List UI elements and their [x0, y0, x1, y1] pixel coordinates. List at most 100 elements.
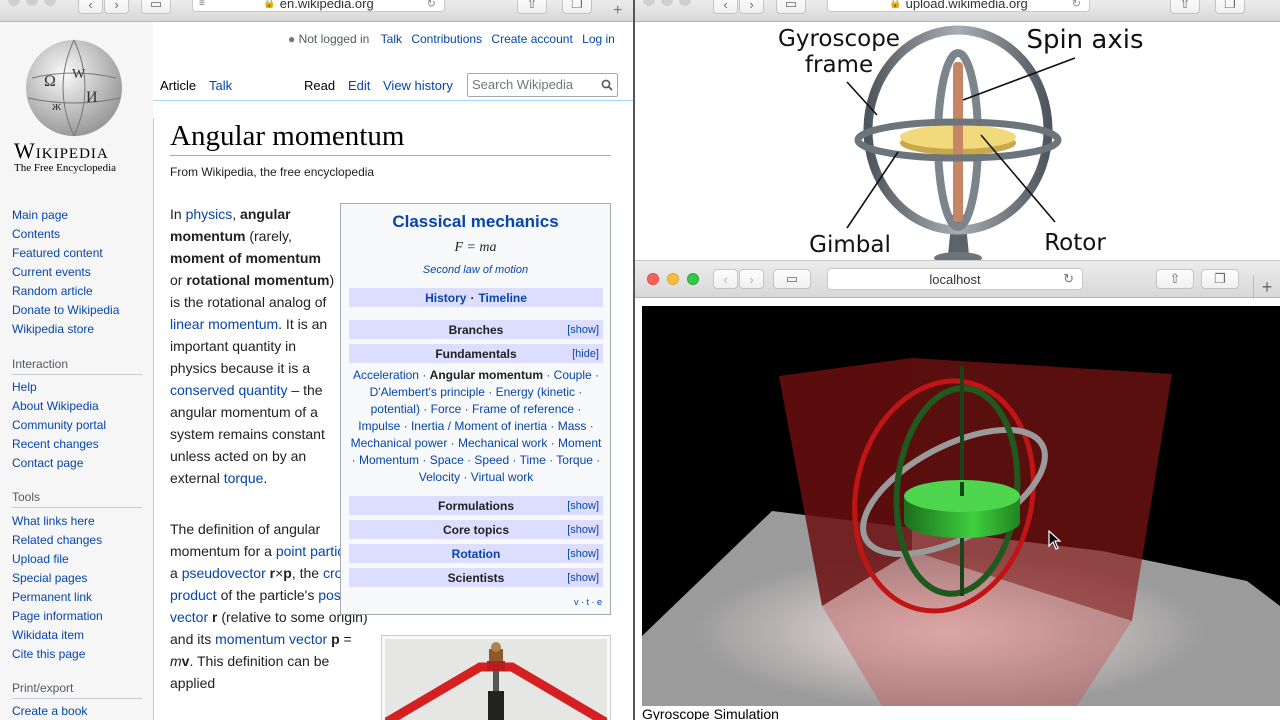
zoom-button[interactable] [679, 0, 691, 6]
list-item[interactable]: Acceleration [353, 368, 419, 382]
nav-current-events[interactable]: Current events [12, 265, 91, 279]
list-item[interactable]: potential [371, 402, 416, 416]
nav-contents[interactable]: Contents [12, 227, 60, 241]
section-toggle[interactable]: [show] [567, 524, 599, 536]
zoom-button[interactable] [44, 0, 56, 6]
share-button[interactable]: ⇧ [1170, 0, 1200, 14]
reload-icon[interactable]: ↻ [1072, 0, 1081, 10]
nav-community[interactable]: Community portal [12, 418, 106, 432]
back-button[interactable]: ‹ [78, 0, 103, 14]
tabs-button[interactable]: ❐ [1201, 269, 1239, 289]
wiki-wordmark[interactable]: Wikipedia [14, 138, 109, 164]
section-toggle[interactable]: [show] [567, 500, 599, 512]
nav-about[interactable]: About Wikipedia [12, 399, 99, 413]
close-button[interactable] [647, 273, 659, 285]
log-in-link[interactable]: Log in [582, 32, 615, 46]
create-account-link[interactable]: Create account [491, 32, 572, 46]
tab-read[interactable]: Read [304, 78, 335, 93]
forward-button[interactable]: › [739, 269, 764, 289]
infobox-section-core-topics[interactable]: Core topics [show] [349, 520, 603, 539]
list-item[interactable]: Time [520, 453, 546, 467]
address-bar[interactable]: ≡ 🔒 en.wikipedia.org ↻ [192, 0, 445, 12]
timeline-link[interactable]: Timeline [478, 291, 526, 305]
list-item[interactable]: Torque [556, 453, 593, 467]
infobox-section-branches[interactable]: Branches [show] [349, 320, 603, 339]
section-label[interactable]: Rotation [452, 547, 501, 561]
sidebar-toggle-button[interactable]: ▭ [141, 0, 171, 14]
tab-talk-label[interactable]: Talk [209, 78, 232, 93]
nav-create-book[interactable]: Create a book [12, 704, 87, 718]
nav-featured[interactable]: Featured content [12, 246, 103, 260]
infobox-section-rotation[interactable]: Rotation [show] [349, 544, 603, 563]
list-item[interactable]: Mechanical power [351, 436, 448, 450]
history-link[interactable]: History [425, 291, 466, 305]
tabs-button[interactable]: ❐ [1215, 0, 1245, 14]
link-pseudovector[interactable]: pseudovector [182, 565, 266, 581]
list-item[interactable]: Force [431, 402, 462, 416]
list-item[interactable]: Couple [554, 368, 592, 382]
list-item[interactable]: Space [430, 453, 464, 467]
back-button[interactable]: ‹ [713, 0, 738, 14]
nav-store[interactable]: Wikipedia store [12, 322, 94, 336]
section-toggle[interactable]: [show] [567, 572, 599, 584]
sidebar-toggle-button[interactable]: ▭ [773, 269, 811, 289]
minimize-button[interactable] [26, 0, 38, 6]
search-input[interactable]: Search Wikipedia [467, 73, 618, 97]
nav-donate[interactable]: Donate to Wikipedia [12, 303, 119, 317]
nav-permanent[interactable]: Permanent link [12, 590, 92, 604]
wikipedia-globe-icon[interactable]: Ω W И ж [22, 38, 127, 138]
list-item[interactable]: Velocity [419, 470, 460, 484]
minimize-button[interactable] [661, 0, 673, 6]
reload-icon[interactable]: ↻ [1063, 271, 1074, 287]
tab-talk[interactable]: Talk [209, 78, 232, 93]
search-icon[interactable] [601, 79, 613, 91]
reload-icon[interactable]: ↻ [427, 0, 436, 10]
infobox-title[interactable]: Classical mechanics [341, 212, 610, 232]
nav-page-info[interactable]: Page information [12, 609, 103, 623]
forward-button[interactable]: › [739, 0, 764, 14]
infobox-formula-caption[interactable]: Second law of motion [341, 264, 610, 276]
list-item[interactable]: Energy [496, 385, 534, 399]
zoom-button[interactable] [687, 273, 699, 285]
article-thumbnail[interactable] [381, 635, 611, 720]
sidebar-toggle-button[interactable]: ▭ [776, 0, 806, 14]
nav-random[interactable]: Random article [12, 284, 93, 298]
nav-help[interactable]: Help [12, 380, 37, 394]
link-physics[interactable]: physics [186, 206, 233, 222]
list-item[interactable]: Inertia / Moment of inertia [411, 419, 547, 433]
link-conserved-quantity[interactable]: conserved quantity [170, 382, 288, 398]
list-item[interactable]: Virtual work [471, 470, 533, 484]
address-bar[interactable]: localhost ↻ [827, 268, 1083, 290]
list-item[interactable]: Mechanical work [458, 436, 547, 450]
nav-recent[interactable]: Recent changes [12, 437, 99, 451]
nav-contact[interactable]: Contact page [12, 456, 83, 470]
share-button[interactable]: ⇧ [517, 0, 547, 14]
list-item[interactable]: kinetic [541, 385, 575, 399]
tab-article[interactable]: Article [160, 78, 196, 93]
tabs-button[interactable]: ❐ [562, 0, 592, 14]
new-tab-button[interactable]: + [1253, 275, 1280, 299]
address-bar[interactable]: 🔒 upload.wikimedia.org ↻ [827, 0, 1090, 12]
nav-what-links[interactable]: What links here [12, 514, 95, 528]
list-item[interactable]: Speed [474, 453, 509, 467]
nav-wikidata[interactable]: Wikidata item [12, 628, 84, 642]
nav-cite[interactable]: Cite this page [12, 647, 85, 661]
close-button[interactable] [643, 0, 655, 6]
link-momentum-vector[interactable]: momentum vector [215, 631, 327, 647]
talk-link[interactable]: Talk [381, 32, 402, 46]
share-button[interactable]: ⇧ [1156, 269, 1194, 289]
tab-edit[interactable]: Edit [348, 78, 370, 93]
infobox-section-scientists[interactable]: Scientists [show] [349, 568, 603, 587]
forward-button[interactable]: › [104, 0, 129, 14]
infobox-section-formulations[interactable]: Formulations [show] [349, 496, 603, 515]
infobox-section-fundamentals[interactable]: Fundamentals [hide] [349, 344, 603, 363]
section-toggle[interactable]: [hide] [572, 348, 599, 360]
nav-special[interactable]: Special pages [12, 571, 87, 585]
nav-main-page[interactable]: Main page [12, 208, 68, 222]
navbox-vte[interactable]: v · t · e [574, 597, 602, 607]
new-tab-icon[interactable]: + [613, 2, 622, 20]
list-item[interactable]: Mass [558, 419, 587, 433]
tab-history[interactable]: View history [383, 78, 453, 93]
nav-upload[interactable]: Upload file [12, 552, 69, 566]
list-item[interactable]: Frame of reference [472, 402, 574, 416]
